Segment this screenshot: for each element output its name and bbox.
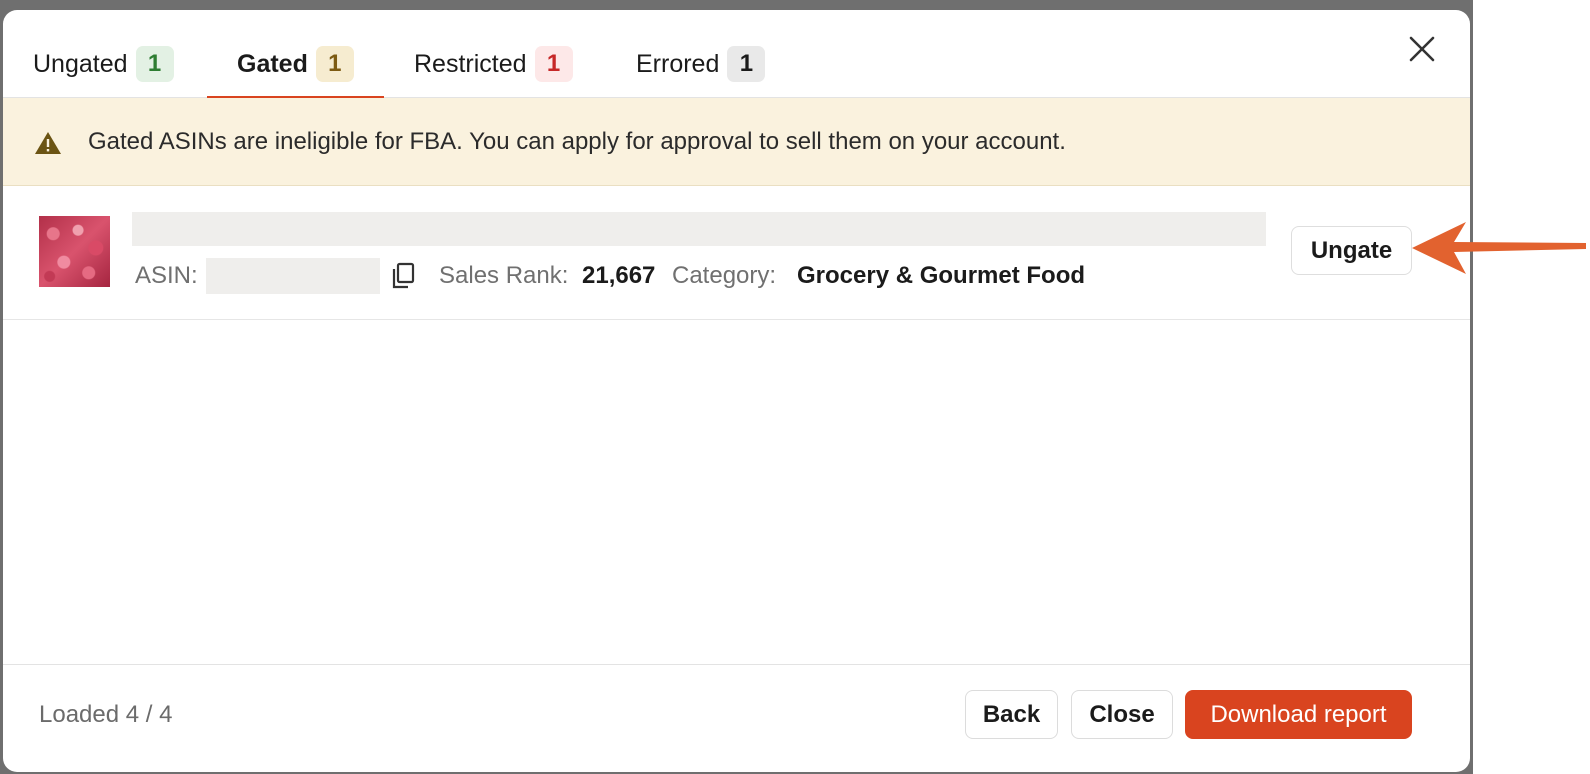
download-report-button[interactable]: Download report: [1185, 690, 1412, 739]
category-value: Grocery & Gourmet Food: [797, 262, 1086, 289]
tab-label: Ungated: [33, 50, 128, 78]
back-button[interactable]: Back: [965, 690, 1058, 739]
warning-icon: [35, 132, 61, 154]
copy-icon[interactable]: [390, 262, 416, 290]
tab-gated[interactable]: Gated 1: [207, 46, 384, 99]
count-badge: 1: [315, 46, 354, 82]
gated-info-banner: Gated ASINs are ineligible for FBA. You …: [3, 98, 1470, 186]
status-tabs: Ungated 1 Gated 1 Restricted 1 Errored 1: [3, 10, 1470, 99]
banner-text: Gated ASINs are ineligible for FBA. You …: [88, 128, 1066, 155]
close-icon[interactable]: [1405, 32, 1439, 66]
category-label: Category:: [672, 262, 777, 289]
tab-label: Gated: [237, 50, 308, 78]
count-badge: 1: [534, 46, 573, 82]
restrictions-modal: Ungated 1 Gated 1 Restricted 1 Errored 1…: [3, 10, 1470, 772]
tab-label: Restricted: [414, 50, 527, 78]
pointer-arrow: [1412, 222, 1586, 274]
loaded-status: Loaded 4 / 4: [39, 701, 173, 728]
product-row: ASIN: Sales Rank: 21,667 Category: Groce…: [3, 186, 1470, 320]
sales-rank-value: 21,667: [582, 262, 656, 289]
product-title-placeholder: [132, 212, 1266, 246]
asin-value-placeholder: [206, 258, 380, 294]
modal-footer: Loaded 4 / 4 Back Close Download report: [3, 664, 1470, 772]
close-button[interactable]: Close: [1071, 690, 1173, 739]
product-thumbnail: [39, 216, 110, 287]
tab-label: Errored: [636, 50, 720, 78]
tab-restricted[interactable]: Restricted 1: [414, 46, 573, 98]
sales-rank-label: Sales Rank:: [439, 262, 569, 289]
tab-errored[interactable]: Errored 1: [636, 46, 766, 98]
ungate-button[interactable]: Ungate: [1291, 226, 1412, 275]
count-badge: 1: [135, 46, 174, 82]
count-badge: 1: [727, 46, 766, 82]
tab-ungated[interactable]: Ungated 1: [33, 46, 174, 98]
asin-label: ASIN:: [135, 262, 198, 289]
